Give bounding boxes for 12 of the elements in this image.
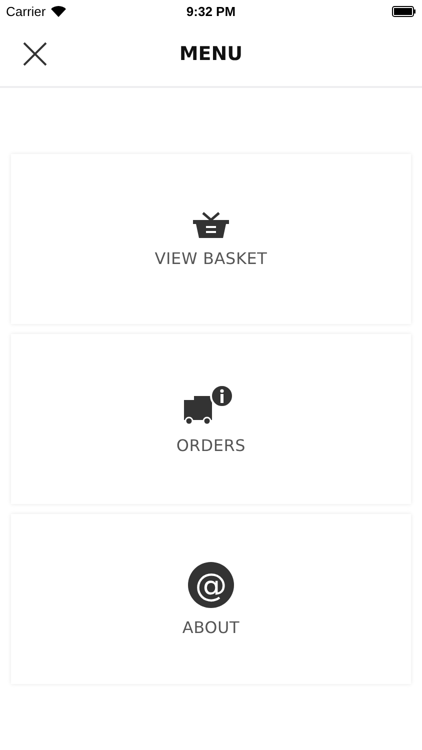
header-title: MENU — [179, 43, 243, 65]
at-sign-icon: @ — [188, 562, 234, 608]
status-time: 9:32 PM — [186, 4, 236, 18]
close-button[interactable] — [22, 41, 48, 67]
carrier-label: Carrier — [6, 4, 46, 18]
basket-icon — [192, 210, 230, 238]
menu-card[interactable]: VIEW BASKET — [11, 154, 411, 324]
wifi-icon — [50, 6, 66, 16]
close-icon — [22, 41, 48, 67]
menu-card[interactable]: @ ABOUT — [11, 514, 411, 684]
menu-card[interactable]: ORDERS — [11, 334, 411, 504]
battery-icon — [392, 6, 416, 16]
